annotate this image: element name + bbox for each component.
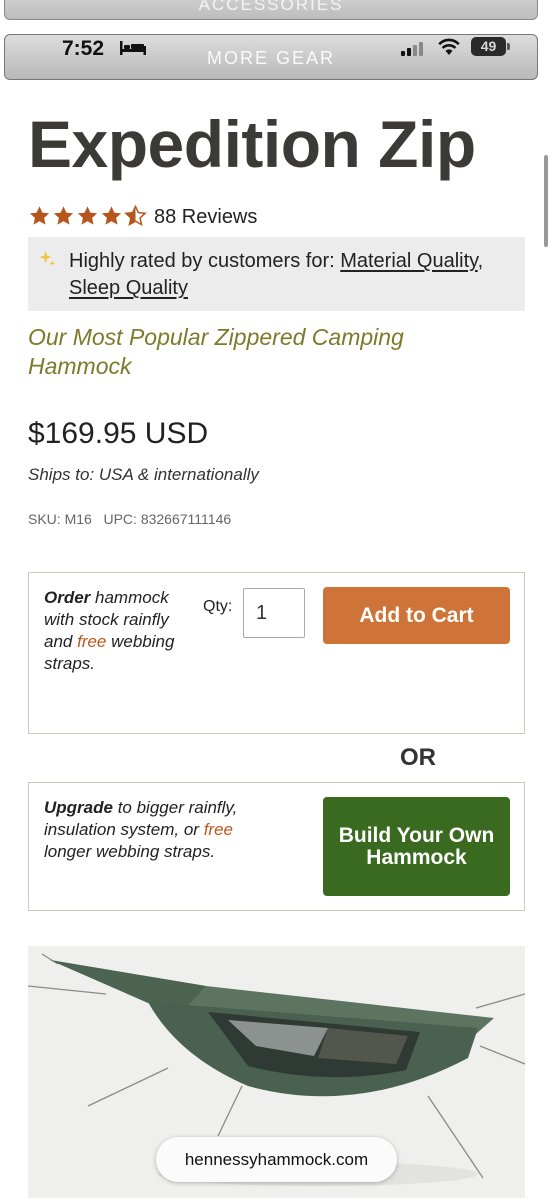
wifi-icon: [438, 38, 460, 55]
rating-stars[interactable]: [28, 205, 147, 227]
star-full-icon: [53, 206, 74, 225]
star-full-icon: [77, 206, 98, 225]
qty-label: Qty:: [203, 598, 233, 615]
product-price: $169.95 USD: [28, 417, 209, 450]
battery-indicator: 49: [471, 37, 506, 56]
order-free: free: [77, 632, 107, 651]
tag-material-quality[interactable]: Material Quality: [340, 250, 477, 272]
upc-value: UPC: 832667111146: [103, 511, 232, 527]
quantity-input[interactable]: [243, 588, 305, 638]
order-box: Order hammock with stock rainfly and fre…: [28, 572, 525, 734]
upgrade-description: Upgrade to bigger rainfly, insulation sy…: [44, 797, 284, 863]
highly-rated-banner: Highly rated by customers for: Material …: [28, 237, 525, 311]
cell-signal-icon: [401, 42, 423, 56]
sku-value: SKU: M16: [28, 511, 92, 527]
battery-tip: [507, 43, 510, 50]
or-divider: OR: [400, 744, 436, 771]
product-title: Expedition Zip: [28, 107, 476, 181]
build-your-own-hammock-button[interactable]: Build Your Own Hammock: [323, 797, 510, 896]
reviews-link[interactable]: 88 Reviews: [154, 206, 257, 229]
order-lead: Order: [44, 588, 91, 607]
scrollbar-thumb[interactable]: [544, 155, 548, 247]
star-half-icon: [124, 205, 147, 227]
star-full-icon: [101, 206, 122, 225]
sparkle-icon: [39, 250, 56, 267]
tag-sleep-quality[interactable]: Sleep Quality: [69, 277, 188, 299]
upgrade-free: free: [203, 820, 233, 839]
more-gear-nav-bar[interactable]: 7:52 MORE GEAR 49: [4, 34, 538, 80]
accessories-nav-label: ACCESSORIES: [198, 0, 344, 14]
shipping-info: Ships to: USA & internationally: [28, 465, 259, 484]
url-bar[interactable]: hennessyhammock.com: [156, 1137, 397, 1182]
rated-prefix: Highly rated by customers for:: [69, 250, 341, 272]
add-to-cart-button[interactable]: Add to Cart: [323, 587, 510, 644]
order-description: Order hammock with stock rainfly and fre…: [44, 587, 179, 675]
star-full-icon: [29, 206, 50, 225]
product-subtitle: Our Most Popular Zippered Camping Hammoc…: [28, 324, 404, 379]
sku-upc: SKU: M16 UPC: 832667111146: [28, 511, 231, 527]
upgrade-box: Upgrade to bigger rainfly, insulation sy…: [28, 782, 525, 911]
upgrade-lead: Upgrade: [44, 798, 113, 817]
accessories-nav-bar[interactable]: ACCESSORIES: [4, 0, 538, 20]
upgrade-text-2: longer webbing straps.: [44, 842, 216, 861]
